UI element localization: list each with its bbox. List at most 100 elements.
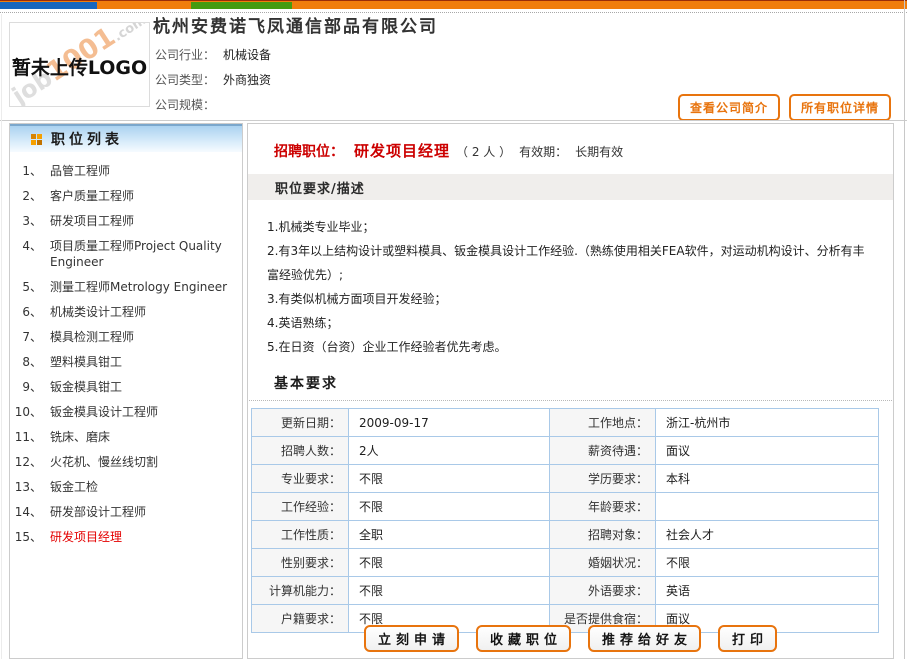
description-line: 2.有3年以上结构设计或塑料模具、钣金模具设计工作经验.（熟练使用相关FEA软件…: [267, 239, 865, 287]
company-header-buttons: 查看公司简介所有职位详情: [678, 94, 891, 121]
favorite-job-button[interactable]: 收藏职位: [476, 625, 571, 652]
job-list-item-2[interactable]: 2、客户质量工程师: [10, 188, 242, 204]
company-field: 公司类型：外商独资: [155, 71, 271, 96]
job-item-number: 1、: [10, 163, 42, 179]
job-list-item-14[interactable]: 14、研发部设计工程师: [10, 504, 242, 520]
job-list-item-13[interactable]: 13、钣金工检: [10, 479, 242, 495]
company-field: 公司行业： 机械设备: [155, 46, 271, 71]
job-list-item-9[interactable]: 9、钣金模具钳工: [10, 379, 242, 395]
company-field: 公司规模：: [155, 96, 271, 121]
job-list-item-1[interactable]: 1、品管工程师: [10, 163, 242, 179]
job-item-number: 7、: [10, 329, 42, 345]
job-list-item-6[interactable]: 6、机械类设计工程师: [10, 304, 242, 320]
job-list-item-5[interactable]: 5、测量工程师Metrology Engineer: [10, 279, 242, 295]
job-item-number: 11、: [10, 429, 42, 445]
req-label: 年龄要求：: [550, 493, 656, 521]
req-label: 专业要求：: [252, 465, 349, 493]
req-label: 工作性质：: [252, 521, 349, 549]
job-item-number: 6、: [10, 304, 42, 320]
req-value: 全职: [349, 521, 550, 549]
req-value: 英语: [656, 577, 879, 605]
recommend-to-friend-button[interactable]: 推荐给好友: [588, 625, 701, 652]
logo-placeholder-text: 暂未上传LOGO: [10, 53, 149, 80]
requirements-row: 性别要求：不限婚姻状况：不限: [252, 549, 879, 577]
section-description-header: 职位要求/描述: [248, 174, 893, 200]
requirements-row: 招聘人数：2人薪资待遇：面议: [252, 437, 879, 465]
job-item-label: 铣床、磨床: [50, 429, 234, 445]
job-list-item-11[interactable]: 11、铣床、磨床: [10, 429, 242, 445]
print-button[interactable]: 打印: [718, 625, 777, 652]
job-list-item-8[interactable]: 8、塑料模具钳工: [10, 354, 242, 370]
section-requirements-title: 基本要求: [274, 373, 893, 400]
job-item-label: 火花机、慢丝线切割: [50, 454, 234, 470]
job-list-item-4[interactable]: 4、项目质量工程师Project Quality Engineer: [10, 238, 242, 270]
job-item-number: 4、: [10, 238, 42, 270]
requirements-row: 工作经验：不限年龄要求：: [252, 493, 879, 521]
header-divider: [0, 120, 907, 121]
req-label: 更新日期：: [252, 409, 349, 437]
company-field-value: 机械设备: [223, 48, 271, 62]
job-item-label: 钣金模具设计工程师: [50, 404, 234, 420]
job-headcount: （ 2 人 ）: [456, 145, 511, 159]
job-item-number: 2、: [10, 188, 42, 204]
req-label: 学历要求：: [550, 465, 656, 493]
all-job-details-button[interactable]: 所有职位详情: [789, 94, 891, 121]
job-detail-panel: 招聘职位：研发项目经理（ 2 人 ）有效期：长期有效 职位要求/描述 1.机械类…: [247, 123, 894, 659]
req-label: 工作地点：: [550, 409, 656, 437]
company-logo-box: job1001.com 暂未上传LOGO: [9, 22, 150, 107]
job-list-item-15[interactable]: 15、研发项目经理: [10, 529, 242, 545]
requirements-dotted-rule: [249, 400, 892, 401]
validity-label: 有效期：: [519, 145, 567, 159]
dotted-separator: [0, 12, 907, 13]
req-value: 不限: [349, 549, 550, 577]
description-line: 1.机械类专业毕业；: [267, 215, 865, 239]
job-header: 招聘职位：研发项目经理（ 2 人 ）有效期：长期有效: [248, 124, 893, 161]
job-list-item-12[interactable]: 12、火花机、慢丝线切割: [10, 454, 242, 470]
job-list-item-3[interactable]: 3、研发项目工程师: [10, 213, 242, 229]
company-field-value: 外商独资: [223, 73, 271, 87]
job-item-label: 塑料模具钳工: [50, 354, 234, 370]
job-item-label: 模具检测工程师: [50, 329, 234, 345]
view-company-profile-button[interactable]: 查看公司简介: [678, 94, 780, 121]
job-item-number: 14、: [10, 504, 42, 520]
req-label: 外语要求：: [550, 577, 656, 605]
req-value: 不限: [349, 493, 550, 521]
req-value: 不限: [656, 549, 879, 577]
req-value: 2009-09-17: [349, 409, 550, 437]
accent-segment-orange: [97, 2, 191, 9]
job-item-label: 测量工程师Metrology Engineer: [50, 279, 234, 295]
req-value: 不限: [349, 465, 550, 493]
job-item-label: 客户质量工程师: [50, 188, 234, 204]
req-value: 不限: [349, 577, 550, 605]
company-info: 公司行业： 机械设备公司类型：外商独资公司规模：: [155, 46, 271, 121]
job-item-label: 品管工程师: [50, 163, 234, 179]
job-title: 研发项目经理: [354, 142, 450, 160]
company-field-label: 公司行业：: [155, 48, 215, 62]
job-item-number: 10、: [10, 404, 42, 420]
req-value: 本科: [656, 465, 879, 493]
job-item-label: 机械类设计工程师: [50, 304, 234, 320]
description-line: 4.英语熟练；: [267, 311, 865, 335]
squares-icon: [31, 134, 42, 145]
company-name: 杭州安费诺飞凤通信部品有限公司: [153, 12, 438, 37]
page: { "colors": { "topbar_blue": "#1766bd", …: [0, 0, 907, 659]
job-list-item-10[interactable]: 10、钣金模具设计工程师: [10, 404, 242, 420]
job-list: 1、品管工程师 2、客户质量工程师 3、研发项目工程师 4、项目质量工程师Projec…: [10, 163, 242, 545]
job-item-label: 研发项目经理: [50, 529, 234, 545]
job-header-label: 招聘职位：: [274, 144, 344, 160]
job-list-item-7[interactable]: 7、模具检测工程师: [10, 329, 242, 345]
job-item-number: 8、: [10, 354, 42, 370]
req-label: 婚姻状况：: [550, 549, 656, 577]
req-label: 薪资待遇：: [550, 437, 656, 465]
job-item-number: 12、: [10, 454, 42, 470]
req-label: 工作经验：: [252, 493, 349, 521]
apply-now-button[interactable]: 立刻申请: [364, 625, 459, 652]
req-value: 2人: [349, 437, 550, 465]
description-line: 5.在日资（台资）企业工作经验者优先考虑。: [267, 335, 865, 359]
job-item-number: 3、: [10, 213, 42, 229]
page-left-edge: [1, 14, 2, 659]
accent-segment-blue: [0, 2, 97, 9]
job-item-label: 研发项目工程师: [50, 213, 234, 229]
section-description-title: 职位要求/描述: [275, 178, 365, 197]
req-value: 社会人才: [656, 521, 879, 549]
